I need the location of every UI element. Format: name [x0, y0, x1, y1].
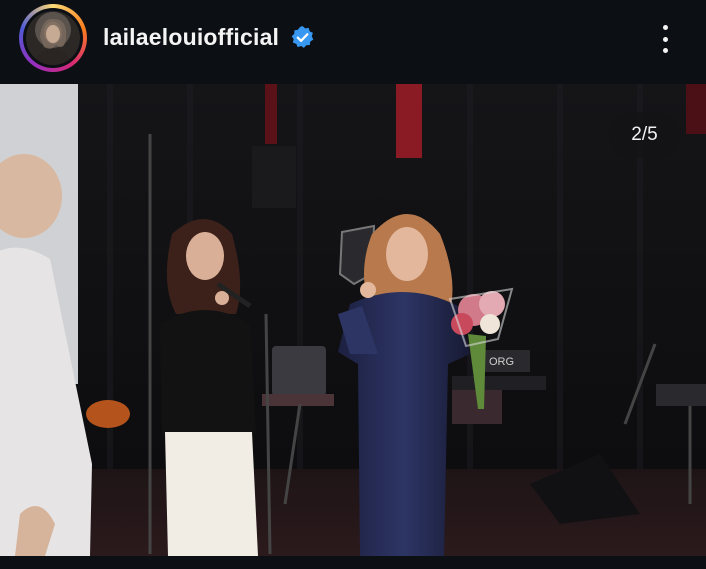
more-dot-icon — [662, 48, 668, 53]
more-dot-icon — [662, 25, 668, 30]
avatar-inner — [23, 8, 83, 68]
profile-avatar[interactable] — [19, 4, 87, 72]
svg-text:ORG: ORG — [489, 356, 514, 368]
post-photo[interactable]: ORG — [0, 84, 706, 556]
verified-badge-icon — [291, 26, 314, 48]
more-dot-icon — [662, 36, 668, 42]
more-options-button[interactable] — [650, 22, 680, 56]
username[interactable]: lailaelouiofficial — [103, 24, 279, 51]
stage-photo-illustration: ORG — [0, 84, 706, 556]
avatar-image — [26, 11, 80, 65]
bottom-edge — [0, 556, 706, 569]
carousel-counter-badge: 2/5 — [609, 112, 680, 158]
avatar-portrait-icon — [34, 18, 72, 65]
post-header: lailaelouiofficial — [0, 0, 706, 84]
